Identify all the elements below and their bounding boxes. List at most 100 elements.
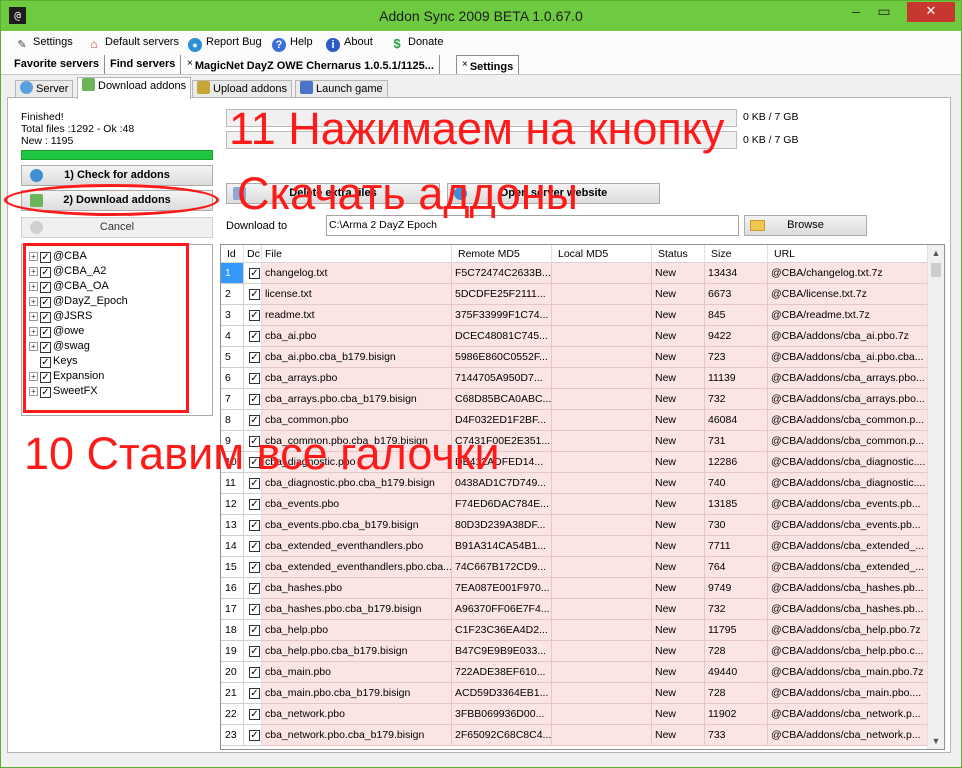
table-row[interactable]: 11 ✓ cba_diagnostic.pbo.cba_b179.bisign 043… [221, 473, 928, 494]
table-row[interactable]: 14 ✓ cba_extended_eventhandlers.pbo B91A314… [221, 536, 928, 557]
tab-download-addons[interactable]: Download addons [77, 77, 192, 99]
menu-report-bug[interactable]: ● Report Bug [188, 34, 262, 52]
expand-icon[interactable]: + [29, 312, 38, 321]
tree-item-sweetfx[interactable]: + ✓ SweetFX [29, 384, 98, 398]
tab-upload-addons[interactable]: Upload addons [192, 80, 293, 98]
column-header-id[interactable]: Id [221, 245, 244, 263]
table-row[interactable]: 20 ✓ cba_main.pbo 722ADE38EF610... New 49440 @… [221, 662, 928, 683]
row-checkbox[interactable]: ✓ [249, 562, 260, 573]
checkbox[interactable]: ✓ [40, 282, 51, 293]
check-addons-button[interactable]: 1) Check for addons [21, 165, 213, 186]
table-row[interactable]: 9 ✓ cba_common.pbo.cba_b179.bisign C7431F00… [221, 431, 928, 452]
cancel-button[interactable]: Cancel [21, 217, 213, 238]
row-checkbox[interactable]: ✓ [249, 373, 260, 384]
table-row[interactable]: 15 ✓ cba_extended_eventhandlers.pbo.cba...… [221, 557, 928, 578]
row-checkbox[interactable]: ✓ [249, 625, 260, 636]
row-checkbox[interactable]: ✓ [249, 331, 260, 342]
table-row[interactable]: 1 ✓ changelog.txt F5C72474C2633B... New 13434… [221, 263, 928, 284]
table-row[interactable]: 4 ✓ cba_ai.pbo DCEC48081C745... New 9422 @CBA/… [221, 326, 928, 347]
open-server-website-button[interactable]: Open server website [447, 183, 660, 204]
row-checkbox[interactable]: ✓ [249, 604, 260, 615]
menu-help[interactable]: ? Help [272, 34, 313, 52]
row-checkbox[interactable]: ✓ [249, 436, 260, 447]
delete-extra-files-button[interactable]: Delete extra files [226, 183, 440, 204]
expand-icon[interactable]: + [29, 372, 38, 381]
row-checkbox[interactable]: ✓ [249, 646, 260, 657]
title-bar[interactable]: @ Addon Sync 2009 BETA 1.0.67.0 – ▭ ✕ [1, 1, 961, 31]
scroll-thumb[interactable] [931, 263, 941, 277]
table-row[interactable]: 19 ✓ cba_help.pbo.cba_b179.bisign B47C9E9B9… [221, 641, 928, 662]
menu-about[interactable]: i About [326, 34, 373, 52]
row-checkbox[interactable]: ✓ [249, 541, 260, 552]
row-checkbox[interactable]: ✓ [249, 709, 260, 720]
expand-icon[interactable]: + [29, 297, 38, 306]
checkbox[interactable]: ✓ [40, 297, 51, 308]
download-addons-button[interactable]: 2) Download addons [21, 190, 213, 211]
tree-item-cba-a2[interactable]: + ✓ @CBA_A2 [29, 264, 106, 278]
row-checkbox[interactable]: ✓ [249, 394, 260, 405]
table-row[interactable]: 17 ✓ cba_hashes.pbo.cba_b179.bisign A96370F… [221, 599, 928, 620]
tree-item-jsrs[interactable]: + ✓ @JSRS [29, 309, 92, 323]
table-row[interactable]: 5 ✓ cba_ai.pbo.cba_b179.bisign 5986E860C055… [221, 347, 928, 368]
checkbox[interactable]: ✓ [40, 387, 51, 398]
expand-icon[interactable]: + [29, 387, 38, 396]
expand-icon[interactable]: + [29, 342, 38, 351]
minimize-button[interactable]: – [843, 2, 869, 22]
table-row[interactable]: 16 ✓ cba_hashes.pbo 7EA087E001F970... New 974… [221, 578, 928, 599]
table-row[interactable]: 18 ✓ cba_help.pbo C1F23C36EA4D2... New 11795 @… [221, 620, 928, 641]
expand-icon[interactable]: + [29, 327, 38, 336]
close-button[interactable]: ✕ [907, 2, 955, 22]
checkbox[interactable]: ✓ [40, 357, 51, 368]
column-header-url[interactable]: URL [768, 245, 928, 263]
tree-item-cba-oa[interactable]: + ✓ @CBA_OA [29, 279, 109, 293]
tab-server[interactable]: Server [15, 80, 74, 98]
menu-donate[interactable]: $ Donate [390, 34, 443, 51]
column-header-local-md5[interactable]: Local MD5 [552, 245, 652, 263]
row-checkbox[interactable]: ✓ [249, 499, 260, 510]
maximize-button[interactable]: ▭ [871, 2, 897, 22]
row-checkbox[interactable]: ✓ [249, 268, 260, 279]
column-header-size[interactable]: Size [705, 245, 768, 263]
table-row[interactable]: 7 ✓ cba_arrays.pbo.cba_b179.bisign C68D85BC… [221, 389, 928, 410]
expand-icon[interactable]: + [29, 252, 38, 261]
download-path-input[interactable]: C:\Arma 2 DayZ Epoch [326, 215, 739, 236]
row-checkbox[interactable]: ✓ [249, 415, 260, 426]
browse-button[interactable]: Browse [744, 215, 867, 236]
tab-settings[interactable]: × Settings [456, 55, 520, 74]
row-checkbox[interactable]: ✓ [249, 310, 260, 321]
row-checkbox[interactable]: ✓ [249, 520, 260, 531]
grid-scrollbar[interactable]: ▲ ▼ [927, 245, 944, 749]
row-checkbox[interactable]: ✓ [249, 457, 260, 468]
table-row[interactable]: 22 ✓ cba_network.pbo 3FBB069936D00... New 119… [221, 704, 928, 725]
column-header-file[interactable]: File [262, 245, 452, 263]
table-row[interactable]: 10 ✓ cba_diagnostic.pbo DE412ADFED14... New 1… [221, 452, 928, 473]
expand-icon[interactable]: + [29, 267, 38, 276]
row-checkbox[interactable]: ✓ [249, 730, 260, 741]
row-checkbox[interactable]: ✓ [249, 667, 260, 678]
table-row[interactable]: 13 ✓ cba_events.pbo.cba_b179.bisign 80D3D23… [221, 515, 928, 536]
column-header-dc[interactable]: Dc [244, 245, 262, 263]
tree-item-keys[interactable]: ✓ Keys [40, 354, 77, 368]
checkbox[interactable]: ✓ [40, 327, 51, 338]
table-row[interactable]: 3 ✓ readme.txt 375F33999F1C74... New 845 @CBA/… [221, 305, 928, 326]
row-checkbox[interactable]: ✓ [249, 688, 260, 699]
table-row[interactable]: 21 ✓ cba_main.pbo.cba_b179.bisign ACD59D336… [221, 683, 928, 704]
column-header-status[interactable]: Status [652, 245, 705, 263]
tab-close-icon[interactable]: × [462, 59, 468, 70]
scroll-down-icon[interactable]: ▼ [928, 733, 944, 749]
tree-item-cba[interactable]: + ✓ @CBA [29, 249, 87, 263]
tree-item-dayz-epoch[interactable]: + ✓ @DayZ_Epoch [29, 294, 128, 308]
tab-find-servers[interactable]: Find servers [105, 55, 182, 74]
table-row[interactable]: 23 ✓ cba_network.pbo.cba_b179.bisign 2F6509… [221, 725, 928, 746]
menu-default-servers[interactable]: ⌂ Default servers [87, 34, 179, 51]
checkbox[interactable]: ✓ [40, 342, 51, 353]
checkbox[interactable]: ✓ [40, 372, 51, 383]
checkbox[interactable]: ✓ [40, 252, 51, 263]
row-checkbox[interactable]: ✓ [249, 583, 260, 594]
row-checkbox[interactable]: ✓ [249, 289, 260, 300]
row-checkbox[interactable]: ✓ [249, 478, 260, 489]
column-header-remote-md5[interactable]: Remote MD5 [452, 245, 552, 263]
table-row[interactable]: 6 ✓ cba_arrays.pbo 7144705A950D7... New 11139… [221, 368, 928, 389]
scroll-up-icon[interactable]: ▲ [928, 245, 944, 261]
row-checkbox[interactable]: ✓ [249, 352, 260, 363]
